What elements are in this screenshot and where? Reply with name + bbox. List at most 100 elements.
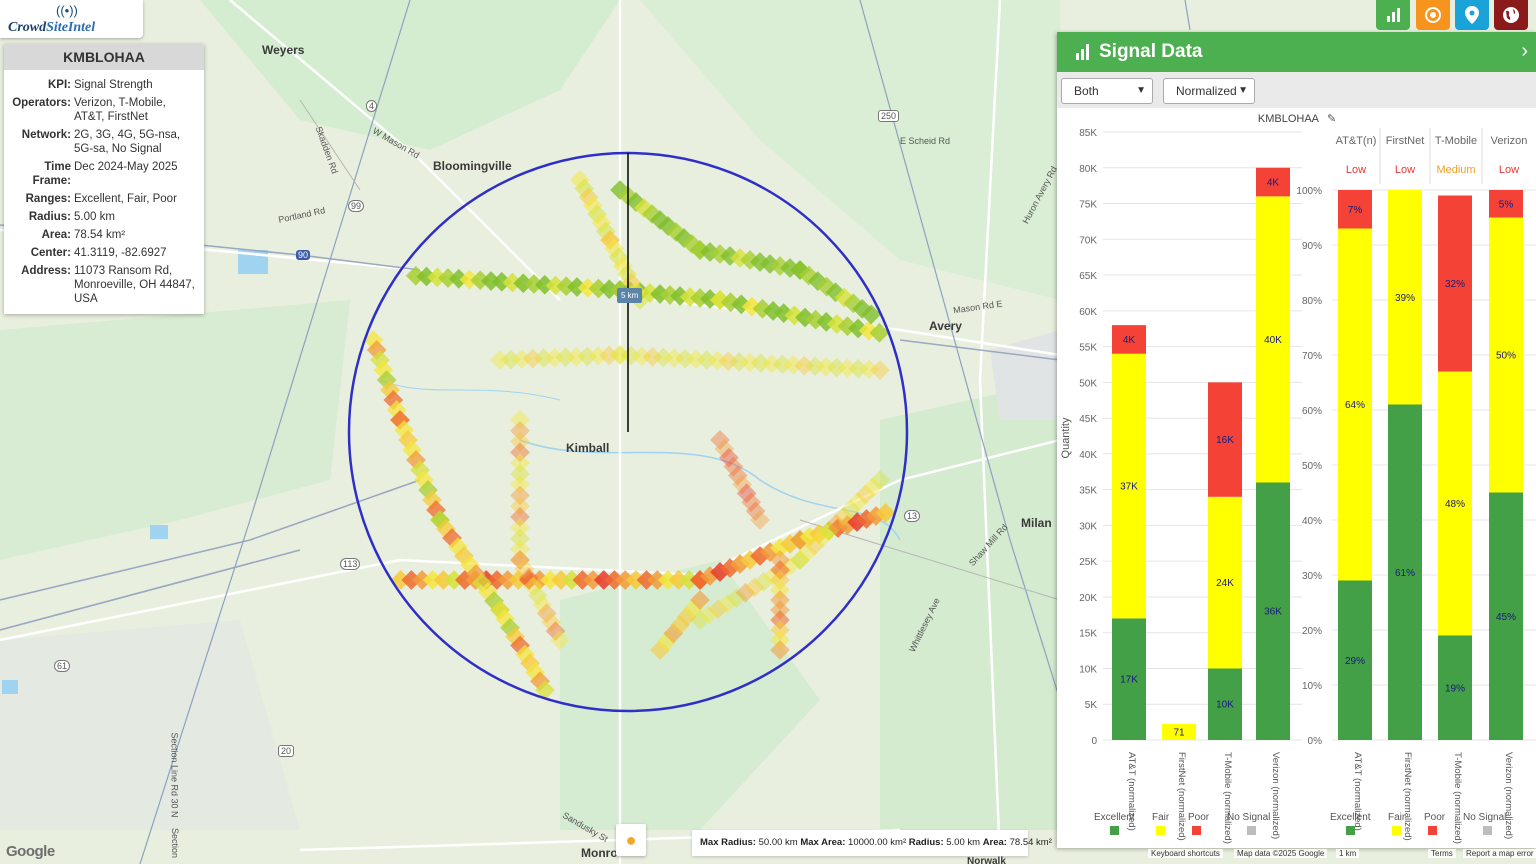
y-tick-label: 100%	[1296, 186, 1322, 197]
data-label: 40K	[1264, 335, 1282, 346]
town-label: Bloomingville	[433, 159, 512, 173]
route-shield: 250	[878, 110, 900, 122]
data-label: 32%	[1445, 279, 1465, 290]
stat-value: 5.00 km	[946, 837, 981, 848]
data-label: 4K	[1267, 178, 1280, 189]
y-tick-label: 60K	[1079, 307, 1097, 318]
info-row: Operators: Verizon, T-Mobile, AT&T, First…	[4, 94, 198, 126]
town-label: Milan	[1021, 516, 1052, 530]
data-label: 71	[1173, 728, 1185, 739]
site-title: KMBLOHAA	[4, 44, 204, 70]
bar-chart-icon	[1387, 8, 1400, 22]
legend-label: Excellent	[1330, 812, 1371, 823]
x-tick-label: T-Mobile (normalized)	[1452, 752, 1463, 844]
stat-key: Area:	[982, 837, 1007, 848]
logo-text: CrowdSiteIntel	[8, 20, 96, 35]
data-label: 4K	[1123, 335, 1136, 346]
route-shield: 13	[904, 510, 921, 522]
google-logo: Google	[6, 843, 55, 860]
legend-swatch	[1392, 826, 1401, 835]
legend-swatch	[1247, 826, 1256, 835]
globe-button[interactable]	[1494, 0, 1528, 30]
target-icon	[1425, 7, 1441, 23]
y-tick-label: 40%	[1302, 516, 1322, 527]
operator-header: FirstNet	[1386, 135, 1425, 147]
legend-label: Fair	[1152, 812, 1170, 823]
legend-label: No Signal	[1227, 812, 1270, 823]
road-label: Section	[170, 827, 181, 859]
logo: ((•)) CrowdSiteIntel	[0, 0, 143, 38]
chart-type-select[interactable]: Both ▼	[1061, 78, 1153, 104]
legend-swatch	[1483, 826, 1492, 835]
y-tick-label: 15K	[1079, 629, 1097, 640]
y-tick-label: 5K	[1085, 700, 1098, 711]
street-view-icon[interactable]: ●	[616, 824, 646, 856]
terms-link[interactable]: Terms	[1428, 849, 1456, 858]
route-shield: 61	[54, 660, 71, 672]
water	[150, 525, 168, 539]
info-row: Time Frame: Dec 2024-May 2025	[4, 158, 198, 190]
route-shield: 90	[296, 250, 311, 260]
stat-key: Max Area:	[800, 837, 846, 848]
y-tick-label: 65K	[1079, 271, 1097, 282]
signal-chart: KMBLOHAA ✎ Quantity 0 5K 10K 15K 20K 25K 30K 35K 40…	[1060, 113, 1536, 844]
info-key: Area:	[41, 229, 71, 241]
normalization-select[interactable]: Normalized ▼	[1163, 78, 1255, 104]
area-stats: Max Radius: 50.00 km Max Area: 10000.00 …	[692, 830, 1052, 856]
bar-chart-icon	[1076, 44, 1089, 60]
x-tick-label: Verizon (normalized)	[1503, 752, 1514, 839]
keyboard-shortcuts-link[interactable]: Keyboard shortcuts	[1148, 849, 1223, 858]
radius-label: 5 km	[617, 288, 643, 303]
legend-label: Fair	[1388, 812, 1406, 823]
x-tick-label: FirstNet (normalized)	[1402, 752, 1413, 841]
town-label: Kimball	[566, 441, 610, 455]
stat-value: 78.54 km²	[1009, 837, 1052, 848]
y-tick-label: 90%	[1302, 241, 1322, 252]
town-label: Monro	[581, 846, 618, 860]
info-value: 11073 Ransom Rd, Monroeville, OH 44847, …	[74, 265, 195, 305]
data-label: 64%	[1345, 400, 1365, 411]
operator-header: Verizon	[1491, 135, 1528, 147]
scale-bar[interactable]: 1 km	[1336, 849, 1360, 858]
info-key: Time Frame:	[32, 161, 71, 187]
signal-tower-icon: ((•))	[56, 3, 78, 18]
info-value: 41.3119, -82.6927	[74, 247, 167, 259]
info-key: Radius:	[28, 211, 71, 223]
panel-title: Signal Data	[1099, 41, 1203, 62]
y-tick-label: 45K	[1079, 414, 1097, 425]
town-label: Avery	[929, 319, 962, 333]
town-label: Weyers	[262, 43, 305, 57]
info-key: KPI:	[48, 79, 71, 91]
info-row: Address: 11073 Ransom Rd, Monroeville, OH…	[4, 262, 198, 308]
info-row: KPI: Signal Strength	[4, 76, 198, 94]
info-row: Network: 2G, 3G, 4G, 5G-nsa, 5G-sa, No Si…	[4, 126, 198, 158]
pencil-icon: ✎	[1327, 113, 1336, 125]
report-error-link[interactable]: Report a map error	[1463, 849, 1536, 858]
site-info-table: KPI: Signal Strength Operators: Verizon, T…	[4, 76, 198, 308]
y-tick-label: 80K	[1079, 164, 1097, 175]
y-tick-label: 70K	[1079, 235, 1097, 246]
info-row: Ranges: Excellent, Fair, Poor	[4, 190, 198, 208]
chart-toggle-button[interactable]	[1376, 0, 1410, 30]
info-key: Operators:	[12, 97, 71, 109]
data-label: 48%	[1445, 499, 1465, 510]
info-value: Dec 2024-May 2025	[74, 161, 178, 173]
y-tick-label: 20K	[1079, 593, 1097, 604]
y-tick-label: 50K	[1079, 378, 1097, 389]
info-key: Ranges:	[25, 193, 71, 205]
y-tick-label: 50%	[1302, 461, 1322, 472]
map-pin-icon	[1465, 6, 1479, 24]
location-pin-button[interactable]	[1455, 0, 1489, 30]
panel-header: Signal Data ›	[1057, 32, 1536, 72]
map-data-credit: Map data ©2025 Google	[1234, 849, 1328, 858]
data-label: 37K	[1120, 482, 1138, 493]
target-button[interactable]	[1416, 0, 1450, 30]
y-tick-label: 20%	[1302, 626, 1322, 637]
select-value: Both	[1074, 84, 1099, 98]
info-row: Center: 41.3119, -82.6927	[4, 244, 198, 262]
town-label: Norwalk	[967, 856, 1006, 864]
x-tick-label: FirstNet (normalized)	[1176, 752, 1187, 841]
chevron-right-icon[interactable]: ›	[1521, 40, 1528, 63]
data-label: 29%	[1345, 656, 1365, 667]
info-key: Network:	[21, 129, 71, 141]
